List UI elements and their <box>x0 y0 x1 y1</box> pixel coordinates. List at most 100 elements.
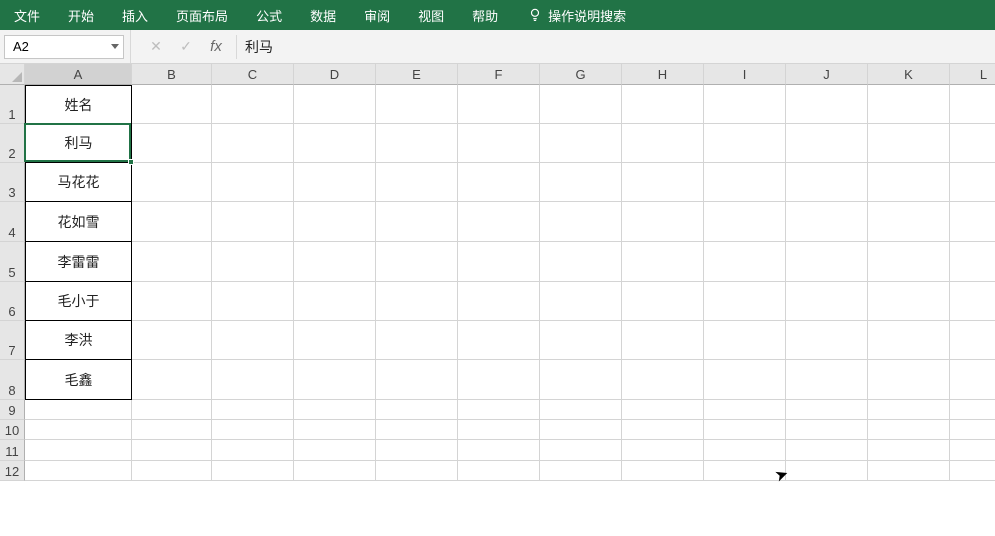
cell-E12[interactable] <box>376 461 458 481</box>
cell-D7[interactable] <box>294 321 376 360</box>
cell-J5[interactable] <box>786 242 868 282</box>
cell-H4[interactable] <box>622 202 704 242</box>
cell-L8[interactable] <box>950 360 995 400</box>
cell-I2[interactable] <box>704 124 786 163</box>
cell-D12[interactable] <box>294 461 376 481</box>
row-header-2[interactable]: 2 <box>0 124 25 163</box>
cell-E10[interactable] <box>376 420 458 440</box>
cell-H1[interactable] <box>622 85 704 124</box>
cell-K10[interactable] <box>868 420 950 440</box>
cell-A12[interactable] <box>25 461 132 481</box>
cell-G2[interactable] <box>540 124 622 163</box>
cell-E9[interactable] <box>376 400 458 420</box>
tab-insert[interactable]: 插入 <box>108 0 162 30</box>
cell-B8[interactable] <box>132 360 212 400</box>
cell-E11[interactable] <box>376 440 458 461</box>
cell-H12[interactable] <box>622 461 704 481</box>
cell-C3[interactable] <box>212 163 294 202</box>
cell-C7[interactable] <box>212 321 294 360</box>
cell-D1[interactable] <box>294 85 376 124</box>
cell-E2[interactable] <box>376 124 458 163</box>
cell-D8[interactable] <box>294 360 376 400</box>
row-header-1[interactable]: 1 <box>0 85 25 124</box>
column-header-A[interactable]: A <box>25 64 132 85</box>
row-header-7[interactable]: 7 <box>0 321 25 360</box>
cell-I12[interactable] <box>704 461 786 481</box>
cell-J11[interactable] <box>786 440 868 461</box>
cell-K8[interactable] <box>868 360 950 400</box>
cell-B7[interactable] <box>132 321 212 360</box>
cell-L10[interactable] <box>950 420 995 440</box>
cell-A8[interactable]: 毛鑫 <box>25 360 132 400</box>
cell-I11[interactable] <box>704 440 786 461</box>
cell-B9[interactable] <box>132 400 212 420</box>
cell-E5[interactable] <box>376 242 458 282</box>
cell-B11[interactable] <box>132 440 212 461</box>
cell-A5[interactable]: 李雷雷 <box>25 242 132 282</box>
cell-A9[interactable] <box>25 400 132 420</box>
cell-I7[interactable] <box>704 321 786 360</box>
cell-L5[interactable] <box>950 242 995 282</box>
cell-H8[interactable] <box>622 360 704 400</box>
cell-G6[interactable] <box>540 282 622 321</box>
cell-A2[interactable]: 利马 <box>25 124 132 163</box>
cell-G12[interactable] <box>540 461 622 481</box>
cell-C6[interactable] <box>212 282 294 321</box>
cell-A11[interactable] <box>25 440 132 461</box>
cell-I4[interactable] <box>704 202 786 242</box>
cell-L9[interactable] <box>950 400 995 420</box>
cell-F3[interactable] <box>458 163 540 202</box>
column-header-C[interactable]: C <box>212 64 294 85</box>
cell-L6[interactable] <box>950 282 995 321</box>
cell-C1[interactable] <box>212 85 294 124</box>
cell-G4[interactable] <box>540 202 622 242</box>
cell-D5[interactable] <box>294 242 376 282</box>
cell-H7[interactable] <box>622 321 704 360</box>
cell-F8[interactable] <box>458 360 540 400</box>
cell-E8[interactable] <box>376 360 458 400</box>
cell-C10[interactable] <box>212 420 294 440</box>
column-header-I[interactable]: I <box>704 64 786 85</box>
cell-C8[interactable] <box>212 360 294 400</box>
cell-C9[interactable] <box>212 400 294 420</box>
cell-J3[interactable] <box>786 163 868 202</box>
tab-data[interactable]: 数据 <box>296 0 350 30</box>
row-header-11[interactable]: 11 <box>0 440 25 461</box>
formula-input[interactable] <box>245 39 995 55</box>
cell-H6[interactable] <box>622 282 704 321</box>
cell-C5[interactable] <box>212 242 294 282</box>
cell-G1[interactable] <box>540 85 622 124</box>
cell-K3[interactable] <box>868 163 950 202</box>
cell-H2[interactable] <box>622 124 704 163</box>
cell-K11[interactable] <box>868 440 950 461</box>
cell-J1[interactable] <box>786 85 868 124</box>
cell-H10[interactable] <box>622 420 704 440</box>
cell-G8[interactable] <box>540 360 622 400</box>
cell-J4[interactable] <box>786 202 868 242</box>
column-header-B[interactable]: B <box>132 64 212 85</box>
row-header-3[interactable]: 3 <box>0 163 25 202</box>
cell-K2[interactable] <box>868 124 950 163</box>
cell-A1[interactable]: 姓名 <box>25 85 132 124</box>
row-header-8[interactable]: 8 <box>0 360 25 400</box>
cell-D11[interactable] <box>294 440 376 461</box>
cell-L7[interactable] <box>950 321 995 360</box>
cell-F4[interactable] <box>458 202 540 242</box>
cell-F7[interactable] <box>458 321 540 360</box>
cell-A6[interactable]: 毛小于 <box>25 282 132 321</box>
cell-H11[interactable] <box>622 440 704 461</box>
cell-E1[interactable] <box>376 85 458 124</box>
tab-review[interactable]: 审阅 <box>350 0 404 30</box>
cell-F6[interactable] <box>458 282 540 321</box>
cell-C2[interactable] <box>212 124 294 163</box>
cell-G9[interactable] <box>540 400 622 420</box>
cell-C12[interactable] <box>212 461 294 481</box>
select-all-corner[interactable] <box>0 64 25 85</box>
cell-B3[interactable] <box>132 163 212 202</box>
cell-B12[interactable] <box>132 461 212 481</box>
cell-D10[interactable] <box>294 420 376 440</box>
cell-L11[interactable] <box>950 440 995 461</box>
cell-D6[interactable] <box>294 282 376 321</box>
cell-D9[interactable] <box>294 400 376 420</box>
cell-D2[interactable] <box>294 124 376 163</box>
